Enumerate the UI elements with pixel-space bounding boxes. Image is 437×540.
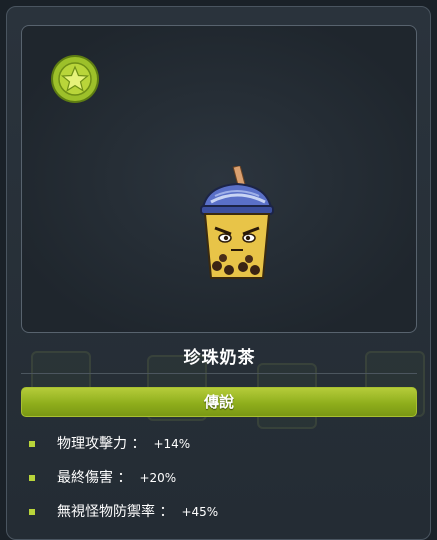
stat-list: 物理攻擊力 ： +14% 最終傷害 ： +20% 無視怪物防禦率 ： +45% (25, 433, 425, 535)
stat-name: 無視怪物防禦率 ： (57, 504, 174, 520)
bullet-icon (29, 441, 35, 447)
item-name: 珍珠奶茶 (183, 348, 256, 368)
bubble-tea-icon (200, 166, 274, 279)
stat-value: +14% (153, 437, 191, 451)
stat-value: +45% (181, 505, 219, 519)
bullet-icon (29, 509, 35, 515)
star-icon (51, 55, 99, 103)
name-divider (21, 373, 417, 374)
stat-name: 物理攻擊力 ： (57, 436, 146, 452)
grade-badge: 傳說 (21, 387, 417, 417)
item-tooltip-panel: 珍珠奶茶 傳說 物理攻擊力 ： +14% 最終傷害 ： +20% 無視怪物防禦率 ：… (6, 6, 431, 540)
stat-value: +20% (139, 471, 177, 485)
stat-name: 最終傷害 ： (57, 470, 132, 486)
bullet-icon (29, 475, 35, 481)
stat-row: 最終傷害 ： +20% (25, 467, 425, 501)
item-image-frame (21, 25, 417, 333)
stat-row: 無視怪物防禦率 ： +45% (25, 501, 425, 535)
stat-row: 物理攻擊力 ： +14% (25, 433, 425, 467)
